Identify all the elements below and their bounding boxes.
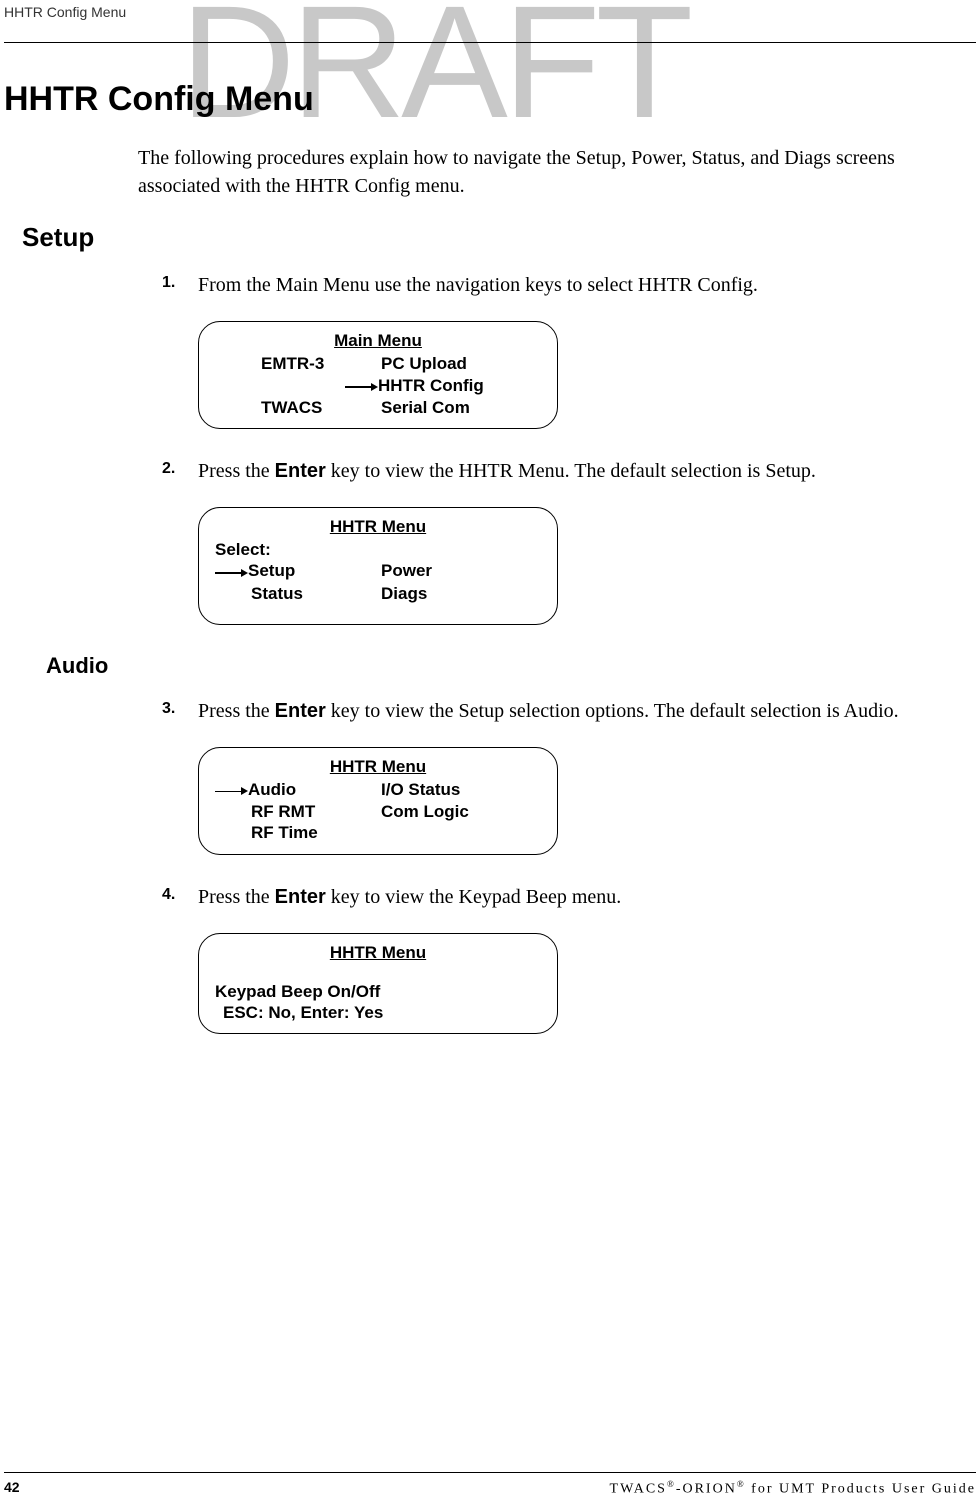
setup-heading: Setup [22, 222, 930, 253]
arrow-icon [345, 375, 378, 396]
lcd-item: TWACS [211, 397, 381, 418]
lcd-item: Com Logic [381, 801, 545, 822]
footer-rule [4, 1472, 976, 1473]
intro-paragraph: The following procedures explain how to … [138, 144, 930, 200]
lcd-item: RF Time [211, 822, 381, 843]
step-text: From the Main Menu use the navigation ke… [198, 271, 758, 299]
lcd-hhtr-menu: HHTR Menu Select: Setup Power Status Dia… [198, 507, 558, 625]
lcd-item: Serial Com [381, 397, 545, 418]
key-name: Enter [275, 460, 326, 482]
lcd-item: Status [211, 583, 381, 604]
lcd-title: HHTR Menu [211, 516, 545, 537]
lcd-item: Diags [381, 583, 545, 604]
step-text: Press the Enter key to view the Keypad B… [198, 883, 621, 911]
step-4: 4. Press the Enter key to view the Keypa… [162, 883, 930, 911]
lcd-line: Keypad Beep On/Off [211, 981, 545, 1002]
step-2: 2. Press the Enter key to view the HHTR … [162, 457, 930, 485]
lcd-setup-options: HHTR Menu Audio I/O Status RF RMT Com Lo… [198, 747, 558, 855]
main-content: HHTR Config Menu The following procedure… [0, 0, 980, 1034]
footer-title: TWACS®-ORION® for UMT Products User Guid… [610, 1479, 976, 1498]
arrow-icon [215, 780, 248, 801]
page-footer: 42 TWACS®-ORION® for UMT Products User G… [4, 1472, 976, 1498]
step-3: 3. Press the Enter key to view the Setup… [162, 697, 930, 725]
page-title: HHTR Config Menu [4, 80, 930, 119]
step-number: 4. [162, 883, 198, 911]
lcd-title: Main Menu [211, 330, 545, 351]
lcd-selected-item: HHTR Config [378, 376, 484, 395]
step-number: 3. [162, 697, 198, 725]
step-number: 2. [162, 457, 198, 485]
lcd-selected-item: Audio [248, 780, 296, 799]
step-number: 1. [162, 271, 198, 299]
key-name: Enter [275, 700, 326, 722]
lcd-title: HHTR Menu [211, 756, 545, 777]
lcd-item: EMTR-3 [211, 353, 381, 374]
lcd-line: ESC: No, Enter: Yes [211, 1002, 545, 1023]
lcd-item: RF RMT [211, 801, 381, 822]
step-text: Press the Enter key to view the HHTR Men… [198, 457, 816, 485]
arrow-icon [215, 561, 248, 582]
page-number: 42 [4, 1479, 20, 1498]
audio-heading: Audio [46, 653, 930, 679]
lcd-item: PC Upload [381, 353, 545, 374]
step-text: Press the Enter key to view the Setup se… [198, 697, 899, 725]
lcd-item: Power [381, 560, 545, 582]
step-1: 1. From the Main Menu use the navigation… [162, 271, 930, 299]
lcd-keypad-beep: HHTR Menu Keypad Beep On/Off ESC: No, En… [198, 933, 558, 1035]
lcd-item: I/O Status [381, 779, 545, 801]
lcd-title: HHTR Menu [211, 942, 545, 963]
key-name: Enter [275, 886, 326, 908]
lcd-main-menu: Main Menu EMTR-3 PC Upload HHTR Config T… [198, 321, 558, 429]
lcd-selected-item: Setup [248, 561, 295, 580]
lcd-select-label: Select: [211, 539, 545, 560]
